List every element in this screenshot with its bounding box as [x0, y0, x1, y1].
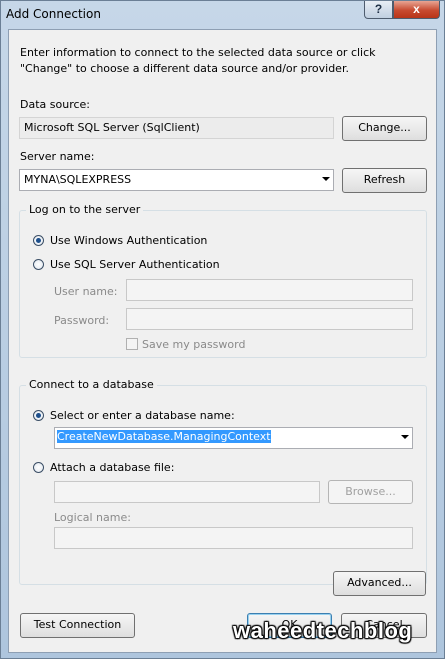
intro-text: Enter information to connect to the sele… [20, 46, 376, 75]
windows-auth-radio[interactable] [33, 235, 44, 246]
save-password-checkbox[interactable] [126, 338, 138, 350]
refresh-button[interactable]: Refresh [342, 168, 427, 193]
dialog-body: Enter information to connect to the sele… [8, 29, 437, 653]
data-source-field: Microsoft SQL Server (SqlClient) [19, 117, 334, 139]
close-icon[interactable]: x [393, 1, 440, 19]
attach-file-label[interactable]: Attach a database file: [50, 461, 174, 474]
add-connection-dialog: Add Connection ? x Enter information to … [0, 0, 445, 659]
database-name-combobox[interactable]: CreateNewDatabase.ManagingContext [54, 427, 413, 449]
database-group-title: Connect to a database [26, 378, 157, 391]
select-database-label[interactable]: Select or enter a database name: [50, 409, 235, 422]
password-input[interactable] [126, 308, 413, 330]
windows-auth-label[interactable]: Use Windows Authentication [50, 234, 207, 247]
server-name-value: MYNA\SQLEXPRESS [24, 173, 132, 186]
logon-group-title: Log on to the server [26, 203, 144, 216]
user-name-label: User name: [54, 285, 118, 298]
sql-auth-label[interactable]: Use SQL Server Authentication [50, 258, 220, 271]
advanced-button[interactable]: Advanced... [333, 571, 426, 596]
watermark-text: waheedtechblog [233, 618, 413, 643]
password-label: Password: [54, 314, 110, 327]
sql-auth-radio[interactable] [33, 259, 44, 270]
select-database-radio[interactable] [33, 410, 44, 421]
window-title: Add Connection [6, 7, 101, 21]
logical-name-label: Logical name: [54, 511, 131, 524]
save-password-label[interactable]: Save my password [142, 338, 245, 351]
database-name-value: CreateNewDatabase.ManagingContext [57, 430, 271, 443]
attach-file-radio[interactable] [33, 462, 44, 473]
user-name-input[interactable] [126, 279, 413, 301]
server-name-label: Server name: [20, 150, 95, 163]
title-bar[interactable]: Add Connection ? x [1, 1, 444, 28]
server-name-combobox[interactable]: MYNA\SQLEXPRESS [19, 169, 334, 191]
logical-name-input[interactable] [54, 527, 413, 549]
test-connection-button[interactable]: Test Connection [20, 613, 135, 638]
browse-button[interactable]: Browse... [328, 480, 413, 504]
attach-file-input[interactable] [54, 481, 320, 503]
help-icon[interactable]: ? [364, 1, 393, 19]
change-button[interactable]: Change... [342, 116, 427, 141]
data-source-label: Data source: [20, 98, 90, 111]
chevron-down-icon[interactable] [401, 435, 409, 439]
chevron-down-icon[interactable] [322, 177, 330, 181]
